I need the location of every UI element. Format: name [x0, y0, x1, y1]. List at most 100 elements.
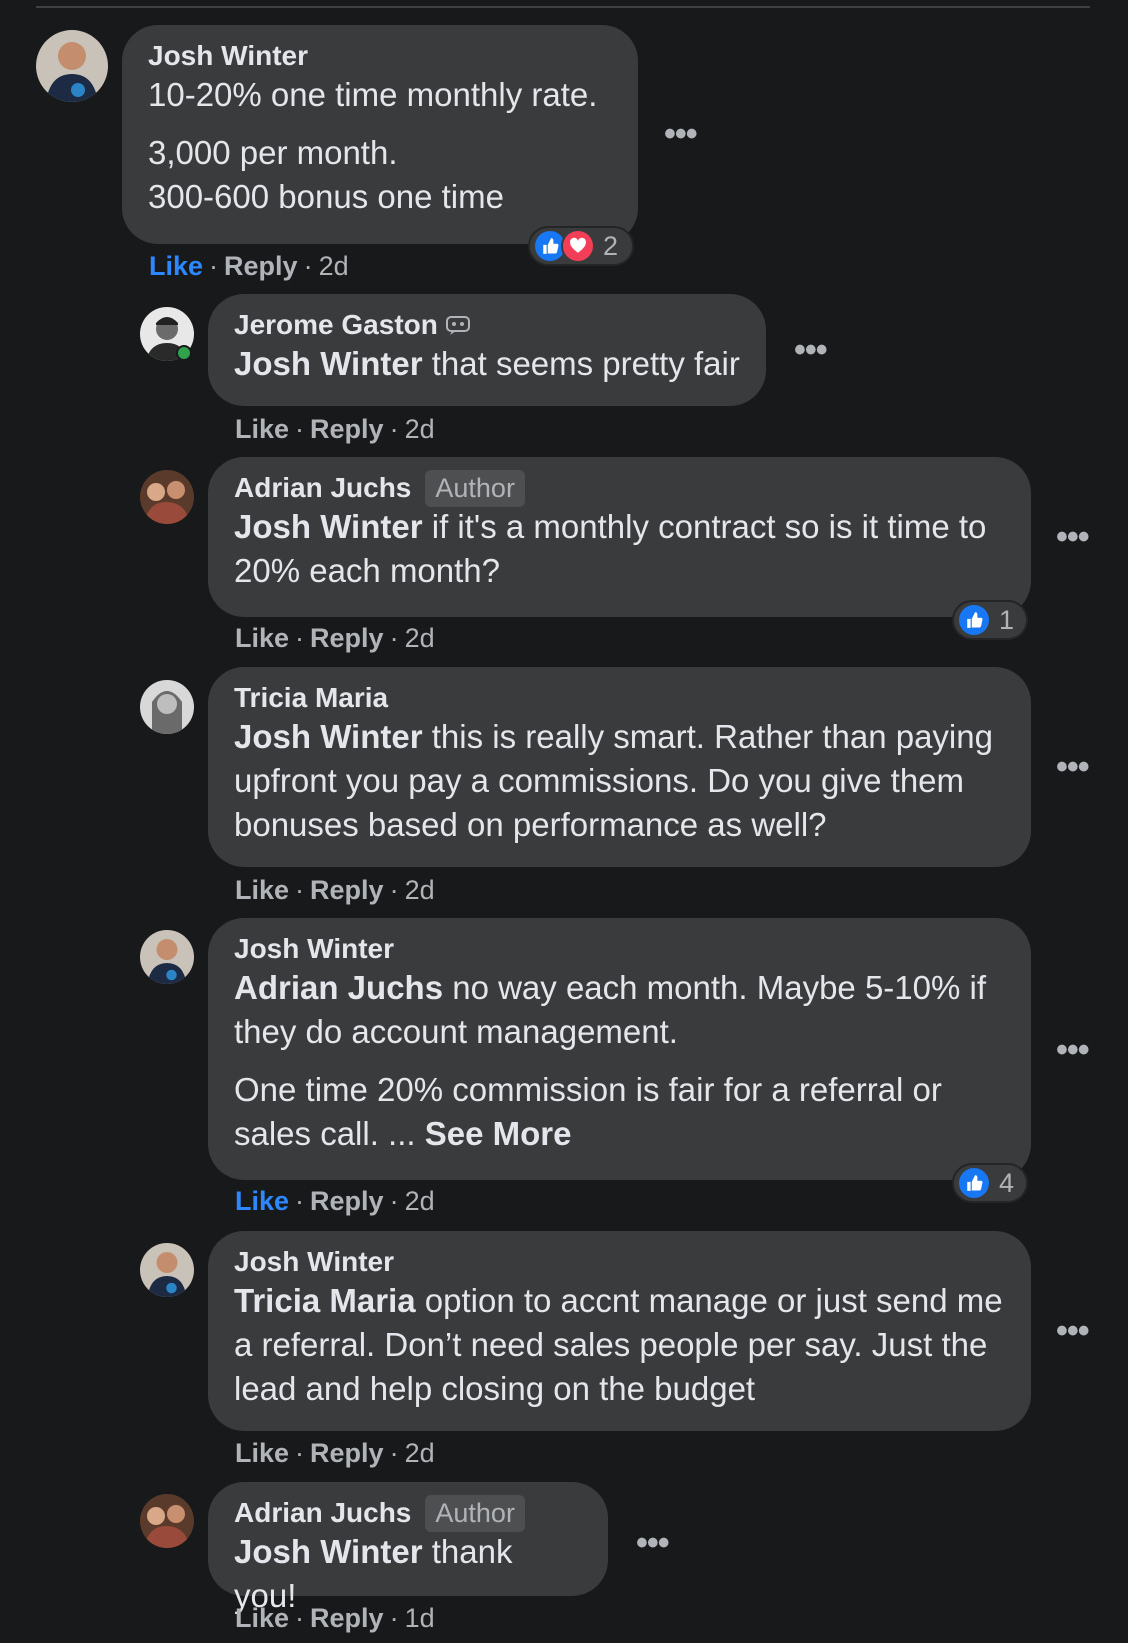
reactions-summary[interactable]: 1 [952, 600, 1028, 640]
avatar-josh-icon [140, 930, 194, 984]
comment-text: Tricia Maria option to accnt manage or j… [234, 1282, 1003, 1407]
reactions-summary[interactable]: 4 [952, 1163, 1028, 1203]
reactions-summary[interactable]: 2 [528, 226, 634, 266]
mention-link[interactable]: Josh Winter [234, 1533, 423, 1570]
separator: · [389, 875, 399, 905]
mention-link[interactable]: Josh Winter [234, 718, 423, 755]
separator: · [389, 414, 399, 444]
like-button[interactable]: Like [149, 251, 203, 281]
comment-actions: Like · Reply · 2d [235, 1184, 435, 1218]
more-options-icon[interactable]: ••• [1056, 1314, 1090, 1348]
timestamp[interactable]: 2d [405, 1186, 435, 1216]
comment-bubble: Tricia Maria Josh Winter this is really … [208, 667, 1031, 867]
like-reaction-icon [957, 603, 991, 637]
author-badge: Author [425, 1494, 525, 1532]
more-options-icon[interactable]: ••• [1056, 1033, 1090, 1067]
separator: · [295, 1186, 305, 1216]
author-badge: Author [425, 469, 525, 507]
avatar[interactable] [140, 1494, 194, 1548]
comment-actions: Like · Reply · 2d [235, 412, 435, 446]
avatar-josh-icon [140, 1243, 194, 1297]
gaming-video-creator-icon[interactable] [445, 314, 472, 336]
avatar[interactable] [140, 1243, 194, 1297]
avatar[interactable] [140, 470, 194, 524]
reply-button[interactable]: Reply [310, 1603, 384, 1633]
avatar-adrian-icon [140, 470, 194, 524]
online-status-indicator [176, 345, 192, 361]
comment-author[interactable]: Adrian Juchs [234, 1497, 411, 1529]
comment-author[interactable]: Josh Winter [234, 1246, 394, 1278]
reaction-count: 2 [603, 230, 619, 261]
separator: · [295, 1603, 305, 1633]
timestamp[interactable]: 2d [405, 875, 435, 905]
reply-button[interactable]: Reply [310, 875, 384, 905]
timestamp[interactable]: 2d [319, 251, 349, 281]
separator: · [389, 1438, 399, 1468]
separator: · [389, 623, 399, 653]
love-reaction-icon [561, 229, 595, 263]
comment-text: 3,000 per month. 300-600 bonus one time [148, 134, 504, 215]
avatar-tricia-icon [140, 680, 194, 734]
mention-link[interactable]: Tricia Maria [234, 1282, 416, 1319]
like-button[interactable]: Like [235, 875, 289, 905]
like-button[interactable]: Like [235, 1186, 289, 1216]
comment-actions: Like · Reply · 2d [235, 873, 435, 907]
avatar[interactable] [140, 680, 194, 734]
avatar-josh-icon [36, 30, 108, 102]
separator: · [295, 623, 305, 653]
comment-author[interactable]: Adrian Juchs [234, 472, 411, 504]
separator: · [389, 1603, 399, 1633]
more-options-icon[interactable]: ••• [664, 117, 698, 151]
timestamp[interactable]: 2d [405, 623, 435, 653]
comment-bubble: Adrian Juchs Author Josh Winter if it's … [208, 457, 1031, 617]
comment-text: One time 20% commission is fair for a re… [234, 1071, 942, 1152]
mention-link[interactable]: Josh Winter [234, 508, 423, 545]
more-options-icon[interactable]: ••• [794, 333, 828, 367]
separator: · [295, 875, 305, 905]
avatar[interactable] [140, 930, 194, 984]
avatar[interactable] [36, 30, 108, 102]
reply-button[interactable]: Reply [310, 1186, 384, 1216]
separator: · [295, 414, 305, 444]
separator: · [389, 1186, 399, 1216]
timestamp[interactable]: 2d [405, 414, 435, 444]
avatar-adrian-icon [140, 1494, 194, 1548]
reply-button[interactable]: Reply [224, 251, 298, 281]
more-options-icon[interactable]: ••• [1056, 520, 1090, 554]
comment-text: Adrian Juchs no way each month. Maybe 5-… [234, 969, 987, 1050]
comment-bubble: Jerome Gaston Josh Winter that seems pre… [208, 294, 766, 406]
reply-button[interactable]: Reply [310, 623, 384, 653]
comment-author[interactable]: Tricia Maria [234, 682, 388, 714]
mention-link[interactable]: Adrian Juchs [234, 969, 443, 1006]
comment-author[interactable]: Josh Winter [148, 40, 308, 72]
more-options-icon[interactable]: ••• [636, 1526, 670, 1560]
reaction-count: 1 [999, 604, 1015, 635]
comment-bubble: Josh Winter Adrian Juchs no way each mon… [208, 918, 1031, 1180]
like-button[interactable]: Like [235, 1603, 289, 1633]
like-button[interactable]: Like [235, 623, 289, 653]
mention-link[interactable]: Josh Winter [234, 345, 423, 382]
like-reaction-icon [957, 1166, 991, 1200]
divider-line [36, 6, 1090, 8]
reply-button[interactable]: Reply [310, 1438, 384, 1468]
comment-author[interactable]: Jerome Gaston [234, 309, 438, 341]
comment-bubble: Adrian Juchs Author Josh Winter thank yo… [208, 1482, 608, 1614]
reaction-count: 4 [999, 1167, 1015, 1198]
see-more-link[interactable]: See More [425, 1115, 572, 1152]
comment-text: Josh Winter that seems pretty fair [234, 345, 740, 382]
more-options-icon[interactable]: ••• [1056, 750, 1090, 784]
timestamp[interactable]: 1d [405, 1603, 435, 1633]
comment-text: Josh Winter if it's a monthly contract s… [234, 508, 987, 589]
like-button[interactable]: Like [235, 414, 289, 444]
comment-author[interactable]: Josh Winter [234, 933, 394, 965]
timestamp[interactable]: 2d [405, 1438, 435, 1468]
comment-actions: Like · Reply · 2d [235, 621, 435, 655]
comment-bubble: Josh Winter 10-20% one time monthly rate… [122, 25, 638, 244]
separator: · [303, 251, 313, 281]
reply-button[interactable]: Reply [310, 414, 384, 444]
comment-actions: Like · Reply · 2d [235, 1436, 435, 1470]
comment-text: Josh Winter this is really smart. Rather… [234, 718, 993, 843]
separator: · [209, 251, 219, 281]
like-button[interactable]: Like [235, 1438, 289, 1468]
comment-text: 10-20% one time monthly rate. [148, 76, 598, 113]
